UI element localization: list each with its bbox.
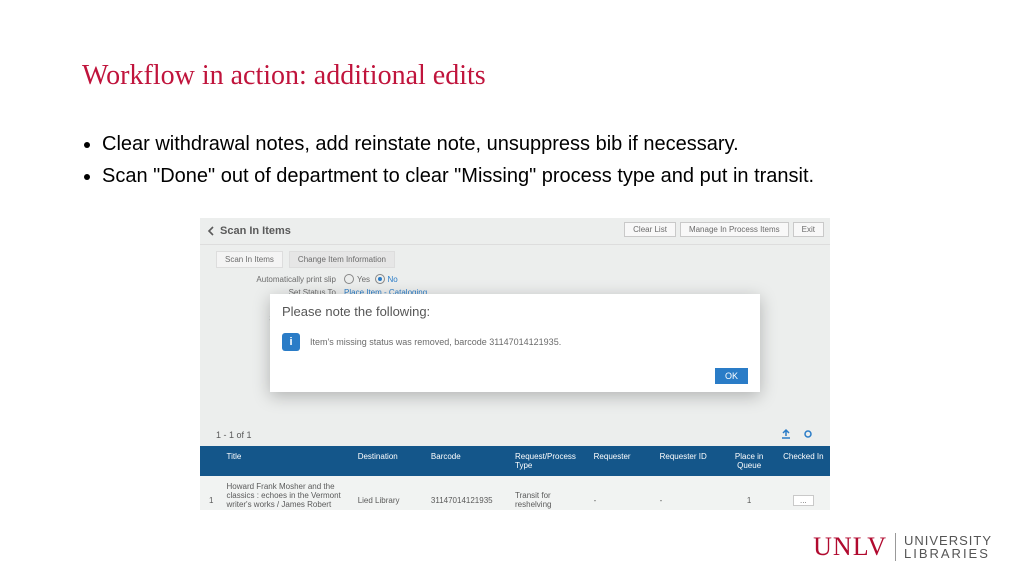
th-request[interactable]: Request/Process Type — [511, 452, 590, 470]
radio-no[interactable] — [375, 274, 385, 284]
page-title: Scan In Items — [220, 225, 291, 237]
bullet-list: Clear withdrawal notes, add reinstate no… — [82, 130, 902, 194]
th-checked[interactable]: Checked In — [777, 452, 830, 470]
dialog-message: Item's missing status was removed, barco… — [310, 337, 561, 347]
radio-no-label: No — [388, 275, 398, 284]
unlv-libraries-logo: UNLV UNIVERSITY LIBRARIES — [813, 532, 992, 562]
ok-button[interactable]: OK — [715, 368, 748, 384]
auto-print-label: Automatically print slip — [216, 275, 344, 284]
slide-title: Workflow in action: additional edits — [82, 60, 486, 92]
th-barcode[interactable]: Barcode — [427, 452, 511, 470]
manage-items-button[interactable]: Manage In Process Items — [680, 222, 789, 237]
bullet-item: Clear withdrawal notes, add reinstate no… — [102, 130, 902, 158]
cell-requester: - — [590, 496, 656, 505]
confirmation-dialog: Please note the following: i Item's miss… — [270, 294, 760, 392]
th-destination[interactable]: Destination — [354, 452, 427, 470]
logo-line2: LIBRARIES — [904, 547, 992, 560]
row-index: 1 — [200, 496, 223, 505]
unlv-wordmark: UNLV — [813, 532, 887, 562]
th-place[interactable]: Place in Queue — [722, 452, 777, 470]
back-button[interactable]: Scan In Items — [200, 225, 291, 237]
radio-yes[interactable] — [344, 274, 354, 284]
result-count: 1 - 1 of 1 — [216, 430, 252, 440]
row-more-button[interactable]: ... — [793, 495, 814, 506]
exit-button[interactable]: Exit — [793, 222, 824, 237]
cell-title: Howard Frank Mosher and the classics : e… — [223, 482, 354, 510]
cell-destination: Lied Library — [354, 496, 427, 505]
settings-icon[interactable] — [802, 428, 814, 440]
items-table: Title Destination Barcode Request/Proces… — [200, 446, 830, 510]
cell-place: 1 — [722, 496, 777, 505]
tab-change-item-information[interactable]: Change Item Information — [289, 251, 395, 268]
chevron-left-icon — [206, 226, 216, 236]
export-icon[interactable] — [780, 428, 792, 440]
cell-barcode: 31147014121935 — [427, 496, 511, 505]
table-row[interactable]: 1 Howard Frank Mosher and the classics :… — [200, 476, 830, 510]
cell-requester-id: - — [656, 496, 722, 505]
th-title[interactable]: Title — [223, 452, 354, 470]
logo-divider — [895, 533, 896, 561]
th-requester[interactable]: Requester — [590, 452, 656, 470]
dialog-heading: Please note the following: — [270, 294, 760, 329]
info-icon: i — [282, 333, 300, 351]
embedded-screenshot: Scan In Items Clear List Manage In Proce… — [200, 218, 830, 510]
radio-yes-label: Yes — [357, 275, 370, 284]
tab-scan-in-items[interactable]: Scan In Items — [216, 251, 283, 268]
bullet-item: Scan "Done" out of department to clear "… — [102, 162, 902, 190]
clear-list-button[interactable]: Clear List — [624, 222, 676, 237]
th-requester-id[interactable]: Requester ID — [656, 452, 722, 470]
cell-request: Transit for reshelving — [511, 491, 590, 509]
